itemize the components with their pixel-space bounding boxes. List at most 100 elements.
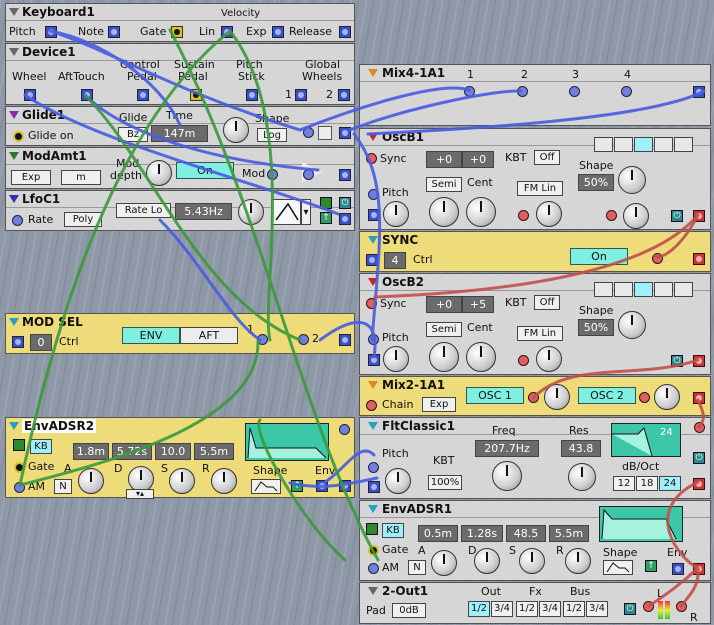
wheel-jack[interactable] <box>24 89 36 101</box>
mix-level1-knob[interactable] <box>544 384 570 410</box>
fm-lin-button[interactable]: FM Lin <box>517 326 563 341</box>
pitch-in1-jack[interactable] <box>368 334 379 345</box>
collapse-icon[interactable] <box>9 318 19 326</box>
pitch-in2-jack[interactable] <box>368 209 380 221</box>
exp-button[interactable]: Exp <box>11 170 51 185</box>
keyboard-module[interactable]: Keyboard1 Pitch Note Gate Velocity Lin E… <box>5 3 355 42</box>
collapse-icon[interactable] <box>368 381 378 389</box>
pitch-in1-jack[interactable] <box>368 462 379 473</box>
sync-in-jack[interactable] <box>366 153 377 164</box>
sustain-knob[interactable] <box>519 548 545 574</box>
wave-square-button[interactable] <box>654 137 673 152</box>
filter-in-jack[interactable] <box>694 422 705 433</box>
collapse-icon[interactable] <box>368 69 378 77</box>
gate-output-jack[interactable] <box>171 26 183 38</box>
mix-in3-jack[interactable] <box>569 86 580 97</box>
shape-mod-knob[interactable] <box>623 203 649 229</box>
modamt-out-jack[interactable] <box>339 169 351 181</box>
power-icon[interactable]: ⏻ <box>693 452 705 464</box>
fm-knob[interactable] <box>536 201 562 227</box>
lfo-sync-icon[interactable]: ↑ <box>320 212 332 224</box>
kb-button[interactable]: KB <box>382 523 404 538</box>
semi-knob[interactable] <box>429 197 459 227</box>
envadsr1-module[interactable]: EnvADSR1 KB Gate AM N 0.5m 1.28s 48.5 5.… <box>359 500 711 581</box>
collapse-icon[interactable] <box>368 505 378 513</box>
decay-knob[interactable] <box>474 548 500 574</box>
rate-in-jack[interactable] <box>12 215 23 226</box>
wave-saw-button[interactable] <box>634 282 653 297</box>
env-out-jack[interactable] <box>672 563 684 575</box>
filter-module[interactable]: FltClassic1 Pitch KBT 100% Freq 207.7Hz … <box>359 417 711 499</box>
afttouch-jack[interactable] <box>81 89 93 101</box>
sync-ctrl-jack[interactable] <box>366 254 378 266</box>
sustain-knob[interactable] <box>169 468 195 494</box>
glide-module[interactable]: Glide1 Glide on Glide Bz Time 147m Shape… <box>5 106 355 146</box>
modamt-in-jack[interactable] <box>303 169 314 180</box>
vel-lin-jack[interactable] <box>221 26 233 38</box>
left-in-jack[interactable] <box>643 601 654 612</box>
fx-12-button[interactable]: 1/2 <box>516 601 538 617</box>
sync-out-jack[interactable] <box>693 253 705 265</box>
shape-mod-jack[interactable] <box>606 210 617 221</box>
shape-button[interactable] <box>251 479 281 494</box>
mix4-module[interactable]: Mix4-1A1 1 2 3 4 <box>359 64 711 126</box>
power-icon[interactable]: ⏻ <box>671 355 683 367</box>
chain-in-jack[interactable] <box>366 400 377 411</box>
fm-in-jack[interactable] <box>518 355 529 366</box>
attack-knob[interactable] <box>431 550 457 576</box>
osc2-out-jack[interactable] <box>693 355 705 367</box>
slope-18-button[interactable]: 18 <box>636 476 658 491</box>
wave-tri-button[interactable] <box>614 282 633 297</box>
release-knob[interactable] <box>565 548 591 574</box>
mix-in2-jack[interactable] <box>517 86 528 97</box>
attack-knob[interactable] <box>78 468 104 494</box>
pitch-in2-jack[interactable] <box>368 354 380 366</box>
sync-in-jack[interactable] <box>366 298 377 309</box>
wave-sine-button[interactable] <box>594 137 613 152</box>
pitch-output-jack[interactable] <box>45 26 57 38</box>
lfo-out-jack[interactable] <box>339 213 351 225</box>
n-button[interactable]: N <box>408 560 426 575</box>
kb-button[interactable]: KB <box>30 439 52 454</box>
note-output-jack[interactable] <box>108 26 120 38</box>
decay-stepper[interactable]: ▾▴ <box>126 489 154 499</box>
wave-tri-button[interactable] <box>614 137 633 152</box>
wave-pulse-button[interactable] <box>674 137 693 152</box>
mix-in4-jack[interactable] <box>621 86 632 97</box>
pitch-mod-knob[interactable] <box>383 346 409 372</box>
shape-button[interactable]: Log <box>257 128 287 142</box>
glide-mode-button[interactable]: Bz <box>118 127 148 142</box>
n-button[interactable]: N <box>54 479 72 494</box>
exp-button[interactable]: Exp <box>422 397 456 412</box>
collapse-icon[interactable] <box>9 8 19 16</box>
collapse-icon[interactable] <box>368 236 378 244</box>
collapse-icon[interactable] <box>368 278 378 286</box>
res-knob[interactable] <box>568 463 596 491</box>
wave-square-button[interactable] <box>654 282 673 297</box>
out-12-button[interactable]: 1/2 <box>468 601 490 617</box>
env-audio-out-jack[interactable] <box>693 563 705 575</box>
env-sync-icon[interactable]: ↑ <box>645 560 657 572</box>
gate-in-jack[interactable] <box>14 462 25 473</box>
out-34-button[interactable]: 3/4 <box>491 601 513 617</box>
power-icon[interactable]: ⏻ <box>671 210 683 222</box>
glide-in-jack[interactable] <box>303 127 314 138</box>
sync-module[interactable]: SYNC 4 Ctrl On <box>359 231 711 272</box>
aft-button[interactable]: AFT <box>180 327 238 344</box>
oscb1-module[interactable]: OscB1 Sync +0 +0 KBT Off Pitch Semi Cent… <box>359 128 711 230</box>
fm-lin-button[interactable]: FM Lin <box>517 181 563 196</box>
on-toggle[interactable]: On <box>176 162 234 179</box>
control-pedal-jack[interactable] <box>137 89 149 101</box>
rate-range-button[interactable]: Rate Lo <box>116 203 171 218</box>
kbt-button[interactable]: 100% <box>428 475 462 490</box>
cent-knob[interactable] <box>466 342 496 372</box>
mix-in1-jack[interactable] <box>528 392 539 403</box>
modamt-module[interactable]: ModAmt1 Exp m Mod depth On Mod <box>5 147 355 189</box>
power-icon[interactable]: ⏻ <box>339 197 351 209</box>
kbt-button[interactable]: Off <box>534 295 560 310</box>
mod-in-jack[interactable] <box>267 169 278 180</box>
modsel-in1-jack[interactable] <box>257 334 268 345</box>
env-button[interactable]: ENV <box>122 327 180 344</box>
glide-out-jack[interactable] <box>339 127 351 139</box>
collapse-icon[interactable] <box>9 111 19 119</box>
